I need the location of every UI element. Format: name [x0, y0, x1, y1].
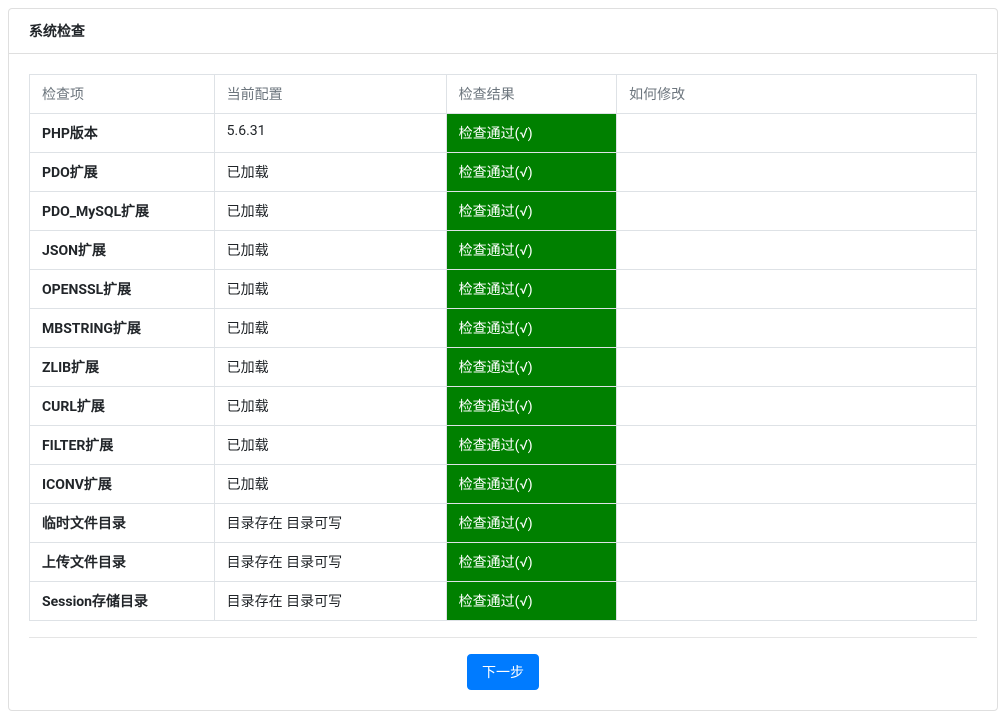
cell-current-config: 已加载	[214, 309, 446, 348]
cell-current-config: 5.6.31	[214, 114, 446, 153]
cell-check-result: 检查通过(√)	[446, 504, 616, 543]
table-row: CURL扩展已加载检查通过(√)	[30, 387, 977, 426]
table-row: PHP版本5.6.31检查通过(√)	[30, 114, 977, 153]
cell-current-config: 已加载	[214, 192, 446, 231]
page-title: 系统检查	[9, 9, 997, 54]
cell-current-config: 目录存在 目录可写	[214, 543, 446, 582]
system-check-card: 系统检查 检查项 当前配置 检查结果 如何修改 PHP版本5.6.31检查通过(…	[8, 8, 998, 711]
cell-how-to-fix	[617, 270, 977, 309]
cell-current-config: 已加载	[214, 348, 446, 387]
table-row: JSON扩展已加载检查通过(√)	[30, 231, 977, 270]
table-row: OPENSSL扩展已加载检查通过(√)	[30, 270, 977, 309]
table-row: PDO_MySQL扩展已加载检查通过(√)	[30, 192, 977, 231]
cell-check-item: CURL扩展	[30, 387, 215, 426]
table-header-row: 检查项 当前配置 检查结果 如何修改	[30, 75, 977, 114]
system-check-table: 检查项 当前配置 检查结果 如何修改 PHP版本5.6.31检查通过(√)PDO…	[29, 74, 977, 621]
col-header-check-item: 检查项	[30, 75, 215, 114]
cell-current-config: 已加载	[214, 270, 446, 309]
cell-how-to-fix	[617, 504, 977, 543]
cell-check-result: 检查通过(√)	[446, 582, 616, 621]
table-row: PDO扩展已加载检查通过(√)	[30, 153, 977, 192]
table-row: 上传文件目录目录存在 目录可写检查通过(√)	[30, 543, 977, 582]
cell-current-config: 已加载	[214, 153, 446, 192]
cell-how-to-fix	[617, 582, 977, 621]
table-row: MBSTRING扩展已加载检查通过(√)	[30, 309, 977, 348]
cell-check-item: PDO_MySQL扩展	[30, 192, 215, 231]
card-body: 检查项 当前配置 检查结果 如何修改 PHP版本5.6.31检查通过(√)PDO…	[9, 54, 997, 710]
cell-check-item: ICONV扩展	[30, 465, 215, 504]
cell-check-result: 检查通过(√)	[446, 426, 616, 465]
divider	[29, 637, 977, 638]
col-header-how-to-fix: 如何修改	[617, 75, 977, 114]
cell-check-result: 检查通过(√)	[446, 270, 616, 309]
button-row: 下一步	[29, 654, 977, 690]
cell-how-to-fix	[617, 192, 977, 231]
col-header-check-result: 检查结果	[446, 75, 616, 114]
table-row: Session存储目录目录存在 目录可写检查通过(√)	[30, 582, 977, 621]
cell-check-item: Session存储目录	[30, 582, 215, 621]
cell-check-item: FILTER扩展	[30, 426, 215, 465]
cell-current-config: 目录存在 目录可写	[214, 504, 446, 543]
cell-how-to-fix	[617, 153, 977, 192]
cell-check-result: 检查通过(√)	[446, 231, 616, 270]
cell-check-result: 检查通过(√)	[446, 348, 616, 387]
cell-check-result: 检查通过(√)	[446, 192, 616, 231]
cell-check-item: MBSTRING扩展	[30, 309, 215, 348]
cell-current-config: 已加载	[214, 465, 446, 504]
next-step-button[interactable]: 下一步	[467, 654, 539, 690]
cell-check-result: 检查通过(√)	[446, 309, 616, 348]
cell-check-item: PDO扩展	[30, 153, 215, 192]
cell-check-item: OPENSSL扩展	[30, 270, 215, 309]
cell-how-to-fix	[617, 426, 977, 465]
table-row: ICONV扩展已加载检查通过(√)	[30, 465, 977, 504]
cell-check-result: 检查通过(√)	[446, 465, 616, 504]
cell-check-result: 检查通过(√)	[446, 387, 616, 426]
col-header-current-config: 当前配置	[214, 75, 446, 114]
cell-how-to-fix	[617, 348, 977, 387]
cell-check-result: 检查通过(√)	[446, 153, 616, 192]
cell-check-item: JSON扩展	[30, 231, 215, 270]
cell-current-config: 已加载	[214, 231, 446, 270]
cell-check-result: 检查通过(√)	[446, 543, 616, 582]
cell-how-to-fix	[617, 309, 977, 348]
cell-how-to-fix	[617, 543, 977, 582]
cell-check-item: PHP版本	[30, 114, 215, 153]
cell-how-to-fix	[617, 465, 977, 504]
cell-check-item: 上传文件目录	[30, 543, 215, 582]
cell-check-result: 检查通过(√)	[446, 114, 616, 153]
cell-current-config: 已加载	[214, 387, 446, 426]
table-row: FILTER扩展已加载检查通过(√)	[30, 426, 977, 465]
cell-how-to-fix	[617, 114, 977, 153]
cell-current-config: 已加载	[214, 426, 446, 465]
cell-check-item: 临时文件目录	[30, 504, 215, 543]
cell-check-item: ZLIB扩展	[30, 348, 215, 387]
table-row: ZLIB扩展已加载检查通过(√)	[30, 348, 977, 387]
cell-how-to-fix	[617, 231, 977, 270]
cell-current-config: 目录存在 目录可写	[214, 582, 446, 621]
cell-how-to-fix	[617, 387, 977, 426]
table-row: 临时文件目录目录存在 目录可写检查通过(√)	[30, 504, 977, 543]
